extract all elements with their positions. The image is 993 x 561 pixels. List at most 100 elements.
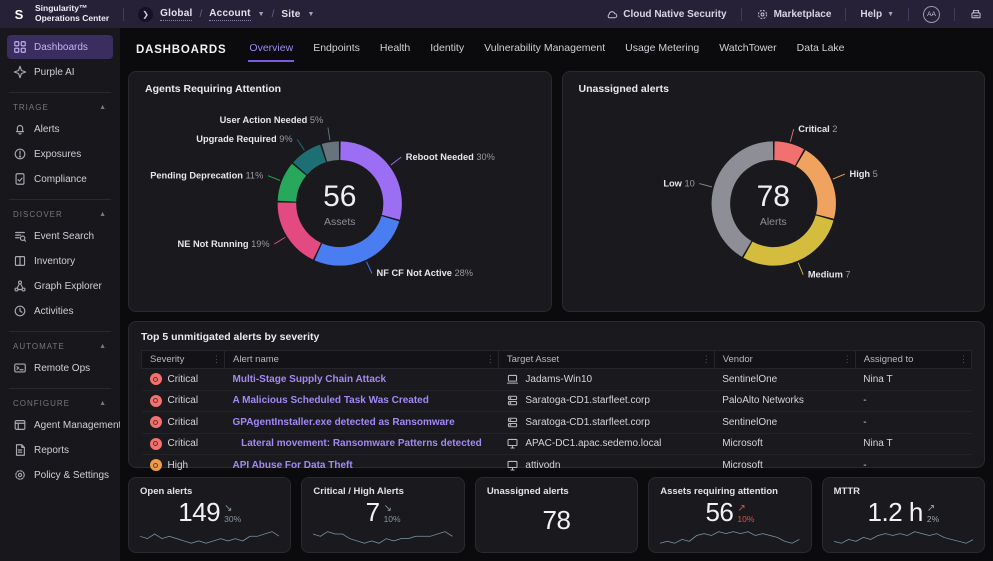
sidebar-item-graph-explorer[interactable]: Graph Explorer [7,274,113,298]
chevron-down-icon[interactable]: ▼ [258,11,265,18]
table-cell: Multi-Stage Supply Chain Attack [225,369,499,391]
scope-global-link[interactable]: Global [160,8,192,21]
column-menu-icon[interactable]: ⋮ [959,354,968,365]
chevron-down-icon[interactable]: ▼ [308,11,315,18]
column-header-alert-name[interactable]: Alert name ⋮ [225,351,499,369]
stat-card-mttr[interactable]: MTTR1.2 h↗2% [822,477,985,553]
donut-slice-high[interactable] [800,158,826,216]
vendor-label: SentinelOne [722,374,777,385]
alert-name-link[interactable]: API Abuse For Data Theft [233,460,353,471]
sidebar-item-reports[interactable]: Reports [7,438,113,462]
leader-line [790,129,793,142]
column-menu-icon[interactable]: ⋮ [702,354,711,365]
alert-name-link[interactable]: A Malicious Scheduled Task Was Created [233,395,429,406]
column-label: Target Asset [507,354,559,365]
stat-card-critical-high-alerts[interactable]: Critical / High Alerts7↘10% [301,477,464,553]
tab-data-lake[interactable]: Data Lake [796,38,846,62]
tab-identity[interactable]: Identity [429,38,465,62]
sidebar-item-policy-settings[interactable]: Policy & Settings [7,463,113,487]
vendor-label: Microsoft [722,438,763,449]
scope-toggle-icon[interactable]: ❯ [138,7,153,22]
collapse-chevron-icon[interactable]: ▲ [99,343,107,350]
section-title: DISCOVER [13,210,63,219]
sidebar-item-dashboards[interactable]: Dashboards [7,35,113,59]
chart-title: Unassigned alerts [579,83,969,95]
stat-value: 56 [705,497,733,528]
column-menu-icon[interactable]: ⋮ [843,354,852,365]
graph-explorer-icon [13,279,27,293]
server-icon [506,416,519,429]
target-asset-label: Saratoga-CD1.starfleet.corp [525,417,650,428]
column-label: Alert name [233,354,279,365]
table-row: Critical Lateral movement: Ransomware Pat… [142,433,972,455]
table-cell: Lateral movement: Ransomware Patterns de… [225,433,499,455]
scope-site-link[interactable]: Site [281,9,300,20]
table-cell: A Malicious Scheduled Task Was Created [225,390,499,412]
column-header-target-asset[interactable]: Target Asset ⋮ [498,351,714,369]
donut-slice-reboot-needed[interactable] [340,151,392,218]
console-button[interactable] [969,8,983,21]
vendor-label: PaloAlto Networks [722,395,804,406]
slice-label: Pending Deprecation 11% [150,171,263,181]
scope-account-link[interactable]: Account [209,8,250,21]
sidebar-item-agent-management[interactable]: Agent Management [7,413,113,437]
leader-line [268,176,280,181]
donut-slice-user-action-needed[interactable] [324,151,339,153]
tab-endpoints[interactable]: Endpoints [312,38,361,62]
sidebar-item-remote-ops[interactable]: Remote Ops [7,356,113,380]
stat-card-unassigned-alerts[interactable]: Unassigned alerts78 [475,477,638,553]
table-cell: - [855,390,971,412]
alert-name-link[interactable]: Multi-Stage Supply Chain Attack [233,374,387,385]
collapse-chevron-icon[interactable]: ▲ [99,104,107,111]
donut-slice-nf-cf-not-active[interactable] [318,219,390,257]
sidebar-item-label: Activities [34,306,73,317]
column-header-vendor[interactable]: Vendor ⋮ [714,351,855,369]
sidebar-item-compliance[interactable]: Compliance [7,167,113,191]
donut-slice-low[interactable] [720,151,772,249]
alert-name-link[interactable]: GPAgentInstaller.exe detected as Ransomw… [233,417,455,428]
assigned-to-label: Nina T [863,438,892,449]
donut-slice-upgrade-required[interactable] [300,153,323,168]
leader-line [699,184,712,187]
tab-usage-metering[interactable]: Usage Metering [624,38,700,62]
sidebar-item-label: Inventory [34,256,75,267]
collapse-chevron-icon[interactable]: ▲ [99,211,107,218]
marketplace-button[interactable]: Marketplace [756,8,832,21]
sidebar-item-inventory[interactable]: Inventory [7,249,113,273]
column-label: Vendor [723,354,753,365]
column-menu-icon[interactable]: ⋮ [212,354,221,365]
critical-severity-icon [150,416,162,428]
sidebar: DashboardsPurple AITRIAGE▲AlertsExposure… [0,28,120,561]
donut-slice-pending-deprecation[interactable] [287,170,299,201]
alert-name-link[interactable]: Lateral movement: Ransomware Patterns de… [241,438,482,449]
collapse-chevron-icon[interactable]: ▲ [99,400,107,407]
user-avatar[interactable]: AA [923,6,940,23]
sidebar-item-exposures[interactable]: Exposures [7,142,113,166]
column-menu-icon[interactable]: ⋮ [486,354,495,365]
sidebar-item-alerts[interactable]: Alerts [7,117,113,141]
slice-label: NE Not Running 19% [178,239,270,249]
tab-vulnerability-management[interactable]: Vulnerability Management [483,38,606,62]
stat-card-open-alerts[interactable]: Open alerts149↘30% [128,477,291,553]
column-header-assigned-to[interactable]: Assigned to⋮ [855,351,971,369]
slice-label: Upgrade Required 9% [196,134,292,144]
donut-slice-critical[interactable] [774,151,799,158]
help-menu[interactable]: Help ▼ [860,9,894,20]
donut-slice-ne-not-running[interactable] [287,203,317,252]
tab-watchtower[interactable]: WatchTower [718,38,777,62]
tab-overview[interactable]: Overview [248,38,294,62]
table-cell: - [855,412,971,434]
trend-up-arrow-icon: ↗ [927,504,935,514]
sidebar-item-activities[interactable]: Activities [7,299,113,323]
alerts-icon [13,122,27,136]
tab-health[interactable]: Health [379,38,411,62]
cloud-native-security-button[interactable]: Cloud Native Security [605,8,726,21]
alerts-table: Severity⋮ Alert name ⋮ Target Asset ⋮ Vendor ⋮… [141,350,972,476]
table-cell: Critical [142,433,225,455]
sidebar-item-purple-ai[interactable]: Purple AI [7,60,113,84]
sidebar-item-event-search[interactable]: Event Search [7,224,113,248]
column-header-severity[interactable]: Severity⋮ [142,351,225,369]
event-search-icon [13,229,27,243]
stat-card-assets-requiring-attention[interactable]: Assets requiring attention56↗10% [648,477,811,553]
donut-slice-medium[interactable] [747,218,824,256]
